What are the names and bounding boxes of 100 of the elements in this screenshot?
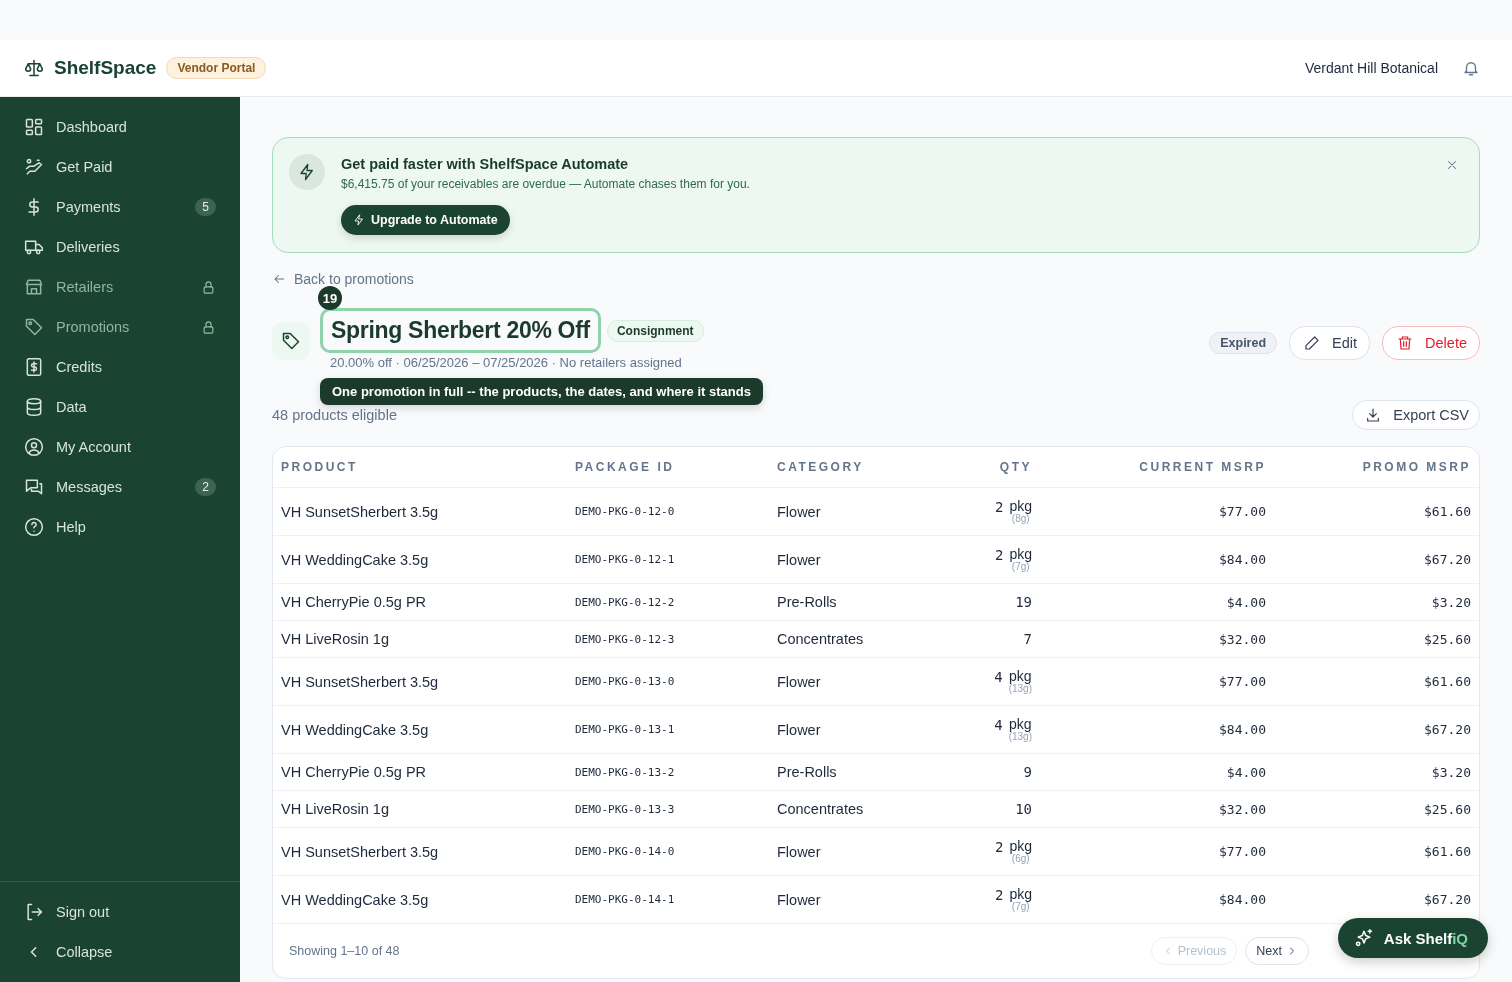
table-cell-text: Flower — [777, 551, 822, 568]
column-header: PACKAGE ID — [575, 460, 676, 474]
lightning-icon — [298, 163, 316, 181]
banner-text: $6,415.75 of your receivables are overdue — Automate chases them for you. — [341, 177, 750, 191]
weight: (7g) — [1011, 562, 1030, 572]
table-cell-text: Concentrates — [777, 801, 865, 817]
account-name[interactable]: Verdant Hill Botanical — [1304, 60, 1438, 76]
store-icon — [24, 277, 44, 297]
table-cell-text: DEMO-PKG-0-12-3 — [575, 632, 676, 646]
table-cell: $84.00 — [1219, 722, 1266, 737]
table-cell-text: VH SunsetSherbert 3.5g — [281, 503, 440, 520]
close-icon[interactable] — [1445, 158, 1459, 172]
table-cell-text: DEMO-PKG-0-13-0 — [575, 675, 676, 688]
table-cell: $61.60 — [1424, 674, 1471, 689]
unit: pkg — [1009, 499, 1032, 513]
help-icon — [24, 517, 44, 537]
table-cell: $84.00 — [1219, 892, 1266, 907]
table-cell-text: Pre-Rolls — [777, 594, 838, 610]
next-button[interactable]: Next — [1245, 937, 1309, 965]
lock-icon — [201, 319, 216, 335]
table-cell-text: DEMO-PKG-0-12-2 — [575, 595, 676, 609]
portal-badge: Vendor Portal — [166, 57, 267, 79]
column-header: PRODUCT — [281, 460, 359, 474]
table-cell-text: VH CherryPie 0.5g PR — [281, 594, 428, 610]
table-cell-text: DEMO-PKG-0-13-1 — [575, 723, 676, 736]
table-cell-text: Flower — [777, 891, 822, 908]
table-cell: $32.00 — [1219, 631, 1266, 647]
table-cell-text: VH SunsetSherbert 3.5g — [281, 843, 440, 860]
table-cell-text: VH WeddingCake 3.5g — [281, 891, 430, 908]
sidebar-item[interactable]: My Account — [0, 427, 240, 467]
upgrade-button[interactable]: Upgrade to Automate — [341, 205, 510, 235]
table-cell-text: VH SunsetSherbert 3.5g — [281, 673, 440, 690]
chat-icon — [24, 477, 44, 497]
table-cell: $25.60 — [1424, 801, 1471, 817]
table-cell: $67.20 — [1424, 892, 1471, 907]
sidebar-item[interactable]: Get Paid — [0, 147, 240, 187]
weight: (8g) — [1011, 514, 1030, 524]
column-header: QTY — [999, 460, 1032, 474]
lightning-icon — [353, 214, 365, 226]
quantity: 9 — [1023, 764, 1032, 780]
quantity: 7 — [1023, 631, 1032, 647]
table-cell-text: DEMO-PKG-0-12-1 — [575, 553, 676, 566]
sparkles-icon — [1353, 928, 1374, 948]
sidebar-item[interactable]: Collapse — [0, 932, 240, 972]
promotion-subtitle: 20.00% off · 06/25/2026 – 07/25/2026 · No retailers assigned — [330, 355, 683, 370]
back-link[interactable]: Back to promotions — [272, 271, 414, 287]
weight: (13g) — [1008, 684, 1032, 694]
tag-icon — [24, 317, 44, 337]
quantity: 4 — [994, 717, 1003, 733]
table-cell-text: DEMO-PKG-0-13-3 — [575, 802, 676, 816]
sidebar-item[interactable]: Payments 5 — [0, 187, 240, 227]
sidebar-item[interactable]: Retailers — [0, 267, 240, 307]
pagination-summary: Showing 1–10 of 48 — [289, 944, 400, 958]
export-button[interactable]: Export CSV — [1352, 400, 1480, 430]
annotation-tooltip: One promotion in full -- the products, the dates, and where it stands — [320, 378, 763, 405]
annotation-number: 19 — [318, 286, 342, 310]
unit: pkg — [1009, 547, 1032, 561]
table-cell: $32.00 — [1219, 801, 1266, 817]
sidebar-item[interactable]: Messages 2 — [0, 467, 240, 507]
table-cell-text: VH LiveRosin 1g — [281, 631, 390, 647]
table-cell: $77.00 — [1219, 674, 1266, 689]
unit: pkg — [1009, 717, 1032, 731]
banner-title: Get paid faster with ShelfSpace Automate — [341, 156, 630, 172]
sidebar-item[interactable]: Sign out — [0, 892, 240, 932]
weight: (13g) — [1008, 732, 1032, 742]
table-cell-text: Flower — [777, 503, 822, 520]
brand-name: ShelfSpace — [54, 57, 157, 79]
table-cell-text: VH WeddingCake 3.5g — [281, 551, 430, 568]
edit-button[interactable]: Edit — [1289, 326, 1371, 360]
sidebar-item[interactable]: Deliveries — [0, 227, 240, 267]
unit: pkg — [1009, 887, 1032, 901]
hand-coin-icon — [24, 157, 44, 177]
column-header: CURRENT MSRP — [1139, 460, 1266, 474]
assistant-button[interactable]: Ask ShelfiQ — [1337, 918, 1488, 958]
sign-out-icon — [24, 902, 44, 922]
table-cell-text: Pre-Rolls — [777, 764, 838, 780]
table-cell: $3.20 — [1431, 594, 1471, 610]
promotion-title: Spring Sherbert 20% Off — [320, 308, 601, 353]
sidebar-item[interactable]: Credits — [0, 347, 240, 387]
table-cell-text: Flower — [777, 673, 822, 690]
count-badge: 2 — [195, 478, 216, 496]
table-cell: $4.00 — [1226, 764, 1266, 780]
grid-icon — [24, 117, 44, 137]
table-cell-text: Flower — [777, 843, 822, 860]
database-icon — [24, 397, 44, 417]
sidebar-item[interactable]: Promotions — [0, 307, 240, 347]
bell-icon[interactable] — [1462, 59, 1480, 77]
table-cell-text: DEMO-PKG-0-12-0 — [575, 505, 676, 518]
user-circle-icon — [24, 437, 44, 457]
sidebar-item[interactable]: Help — [0, 507, 240, 547]
column-header: PROMO MSRP — [1362, 460, 1471, 474]
arrow-left-icon — [272, 272, 286, 286]
delete-button[interactable]: Delete — [1382, 326, 1480, 360]
table-cell-text: Flower — [777, 721, 822, 738]
sidebar-item[interactable]: Data — [0, 387, 240, 427]
quantity: 2 — [995, 839, 1004, 855]
table-cell: $25.60 — [1424, 631, 1471, 647]
quantity: 4 — [994, 669, 1003, 685]
tag-icon — [281, 331, 301, 351]
sidebar-item[interactable]: Dashboard — [0, 107, 240, 147]
